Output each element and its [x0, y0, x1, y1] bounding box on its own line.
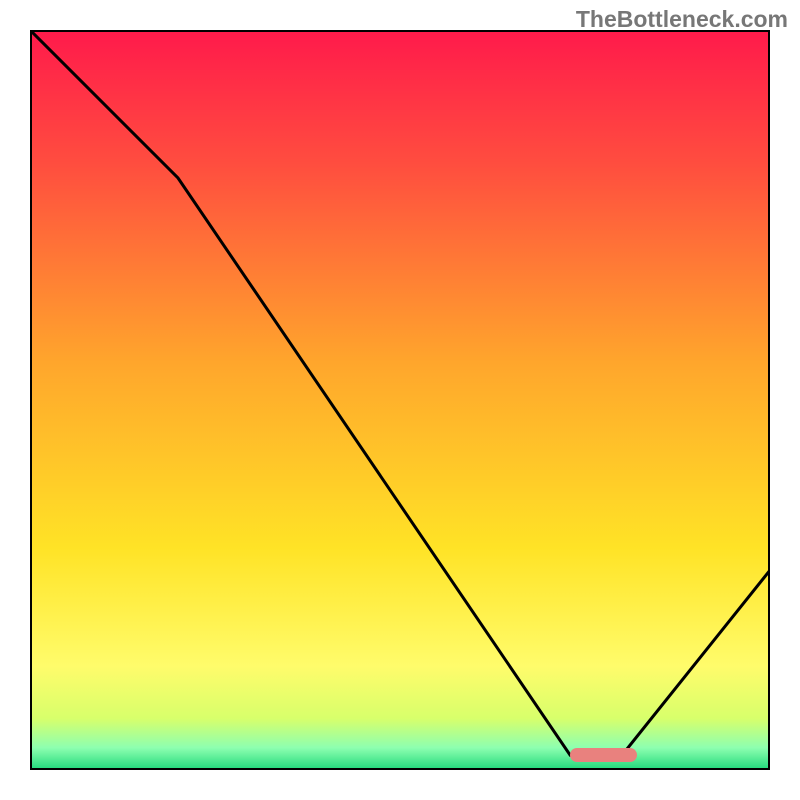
chart-frame [30, 30, 770, 770]
bottleneck-chart [30, 30, 770, 770]
watermark-text: TheBottleneck.com [576, 6, 788, 33]
